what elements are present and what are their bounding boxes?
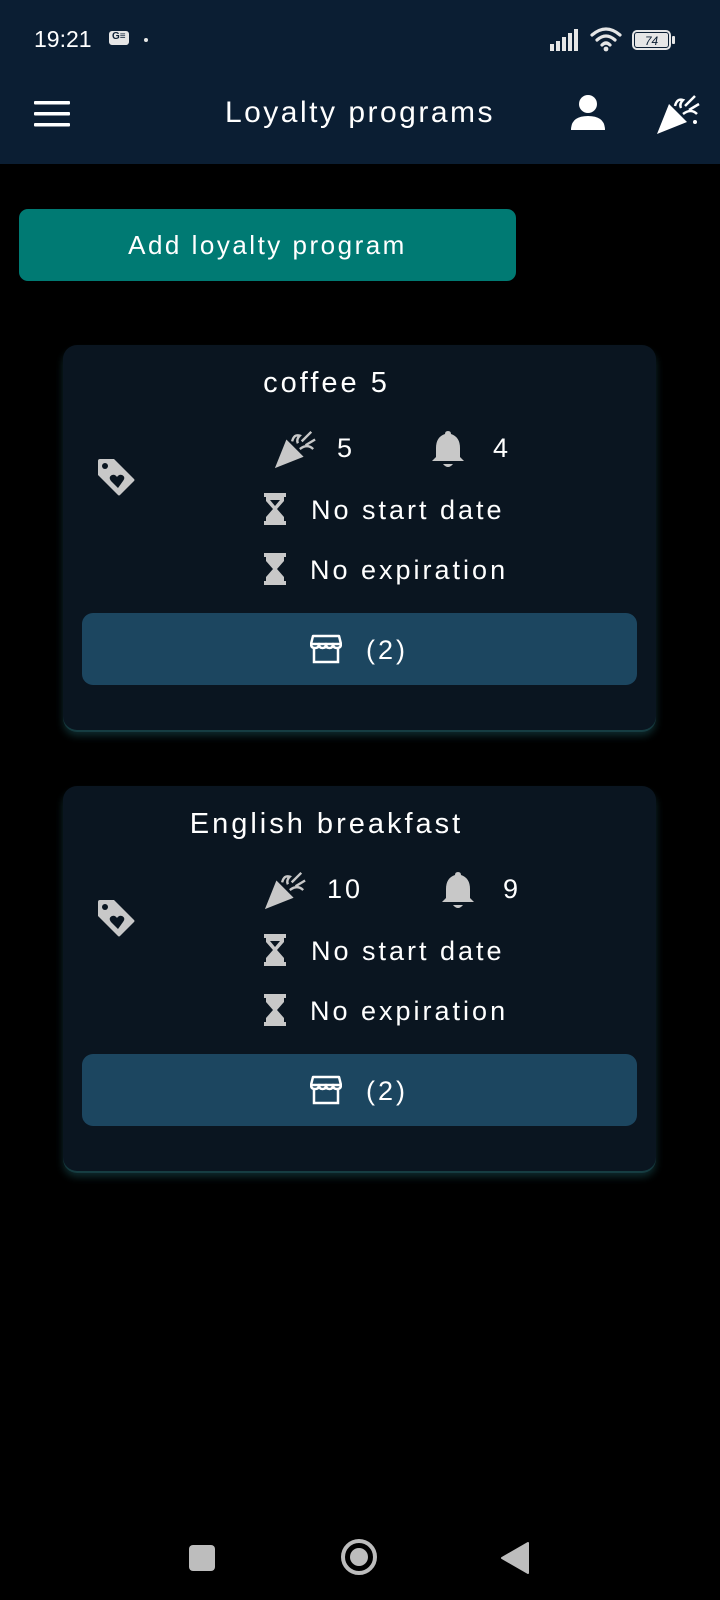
app-bar: Loyalty programs [0, 82, 720, 164]
party-popper-icon[interactable] [655, 94, 701, 136]
tag-heart-icon [98, 900, 135, 937]
party-popper-icon [274, 430, 316, 469]
g-notification-icon: G≡ [109, 31, 129, 45]
back-icon[interactable] [500, 1541, 530, 1575]
status-time: 19:21 [34, 26, 92, 52]
start-date: No start date [311, 936, 505, 966]
status-bar: 19:21 G≡ 74 [0, 0, 720, 82]
start-date: No start date [311, 495, 505, 525]
expiration-date: No expiration [310, 555, 509, 585]
stores-button[interactable]: (2) [82, 613, 637, 685]
store-icon [310, 1075, 342, 1105]
program-name: English breakfast [189, 808, 464, 840]
bell-icon [432, 431, 464, 467]
recent-apps-icon[interactable] [189, 1545, 215, 1571]
expiration-date: No expiration [310, 996, 509, 1026]
hourglass-icon [264, 553, 286, 585]
battery-level: 74 [645, 34, 659, 48]
reward-goal-value: 10 [327, 874, 364, 904]
stores-count: (2) [366, 635, 408, 665]
store-icon [310, 634, 342, 664]
system-navigation-bar [0, 1500, 720, 1600]
loyalty-program-card[interactable]: English breakfast 10 9 No start date No … [63, 786, 656, 1171]
bell-icon [442, 872, 474, 908]
g-notification-label: G≡ [112, 31, 126, 42]
reminder-value: 4 [493, 433, 512, 463]
add-loyalty-program-button[interactable]: Add loyalty program [19, 209, 516, 281]
page-title: Loyalty programs [224, 96, 496, 129]
loyalty-program-card[interactable]: coffee 5 5 4 No start date No expiration [63, 345, 656, 730]
stores-button[interactable]: (2) [82, 1054, 637, 1126]
hourglass-icon [264, 934, 286, 966]
stores-count: (2) [366, 1076, 408, 1106]
battery-icon: 74 [632, 30, 675, 50]
person-icon[interactable] [568, 94, 608, 134]
party-popper-icon [264, 871, 306, 910]
hourglass-icon [264, 994, 286, 1026]
hourglass-icon [264, 493, 286, 525]
home-icon[interactable] [340, 1538, 378, 1576]
menu-icon[interactable] [34, 100, 70, 132]
wifi-icon [590, 27, 622, 52]
tag-heart-icon [98, 459, 135, 496]
signal-icon [550, 29, 578, 51]
notification-dot-icon [144, 38, 148, 42]
reward-goal-value: 5 [337, 433, 356, 463]
program-name: coffee 5 [263, 367, 390, 399]
reminder-value: 9 [503, 874, 522, 904]
